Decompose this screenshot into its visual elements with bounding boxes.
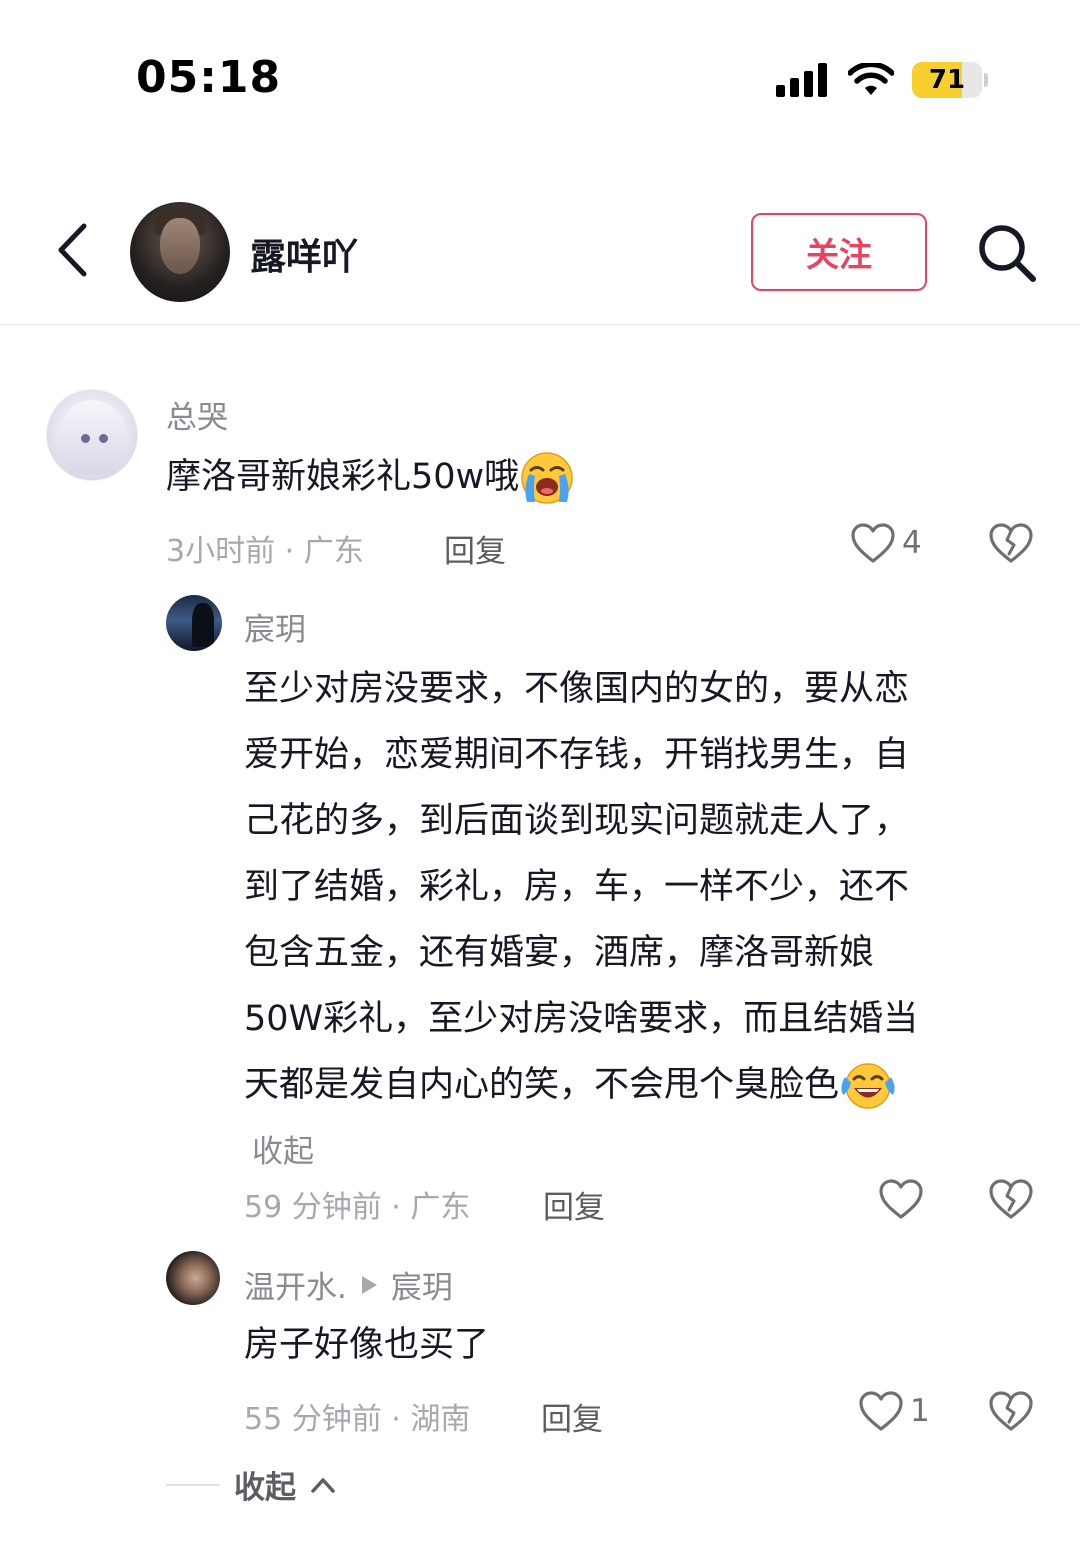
reply-text-line: 到了结婚，彩礼，房，车，一样不少，还不 [244, 867, 910, 907]
reply-text-line: 50W彩礼，至少对房没啥要求，而且结婚当 [244, 999, 919, 1039]
comment-avatar[interactable] [46, 389, 138, 481]
search-icon [979, 225, 1036, 282]
reply-dislike-button[interactable] [988, 1178, 1034, 1224]
loudly-crying-face-icon [521, 452, 573, 504]
status-time: 05:18 [136, 52, 282, 103]
comment-text: 摩洛哥新娘彩礼50w哦 [166, 444, 575, 510]
heart-icon [859, 1391, 903, 1431]
avatar-hair-shape [59, 400, 127, 474]
reply-dislike-button[interactable] [988, 1390, 1034, 1436]
face-with-tears-of-joy-icon [841, 1063, 895, 1109]
broken-heart-icon [989, 1179, 1033, 1219]
back-button[interactable] [42, 215, 102, 285]
reply-text-line: 天都是发自内心的笑，不会甩个臭脸色 [244, 1065, 840, 1105]
status-bar: 05:18 71 [0, 0, 1080, 150]
avatar-eye-shape [99, 434, 108, 443]
reply-avatar[interactable] [166, 1251, 220, 1305]
reply-text: 至少对房没要求，不像国内的女的，要从恋 爱开始，恋爱期间不存钱，开销找男生，自 … [244, 656, 1044, 1118]
broken-heart-icon [989, 523, 1033, 563]
wifi-icon [848, 63, 894, 95]
reply-username[interactable]: 温开水. [244, 1262, 347, 1307]
signal-icon [776, 63, 827, 97]
battery-level: 71 [928, 65, 966, 95]
collapse-thread-label: 收起 [234, 1470, 296, 1506]
chevron-left-icon [58, 223, 87, 277]
like-count: 1 [910, 1393, 930, 1429]
collapse-thread-button[interactable]: 收起 [166, 1462, 336, 1507]
like-count: 4 [902, 525, 922, 561]
reply-text: 房子好像也买了 [244, 1325, 490, 1365]
battery-tip [984, 73, 988, 87]
comment-meta: 3小时前 · 广东 [166, 534, 364, 569]
reply-username-row: 温开水. 宸玥 [244, 1262, 453, 1307]
reply-meta: 55 分钟前 · 湖南 [244, 1402, 471, 1437]
reply-to-username[interactable]: 宸玥 [391, 1262, 453, 1307]
comment-username[interactable]: 总哭 [166, 392, 228, 437]
reply-reply-button[interactable]: 回复 [541, 1394, 603, 1439]
comment-reply-button[interactable]: 回复 [444, 526, 506, 571]
reply-meta: 59 分钟前 · 广东 [244, 1190, 471, 1225]
broken-heart-icon [989, 1391, 1033, 1431]
battery-icon: 71 [912, 62, 982, 98]
reply-text-line: 爱开始，恋爱期间不存钱，开销找男生，自 [244, 735, 910, 775]
comment-like-button[interactable]: 4 [850, 522, 922, 564]
follow-button[interactable]: 关注 [751, 213, 927, 291]
reply-avatar[interactable] [166, 595, 222, 651]
reply-like-button[interactable]: 1 [858, 1390, 930, 1432]
reply-username[interactable]: 宸玥 [244, 604, 306, 649]
reply-collapse-button[interactable]: 收起 [252, 1126, 314, 1171]
reply-text-line-last: 天都是发自内心的笑，不会甩个臭脸色 [244, 1052, 1044, 1118]
reply-text-line: 至少对房没要求，不像国内的女的，要从恋 [244, 669, 910, 709]
reply-reply-button[interactable]: 回复 [543, 1182, 605, 1227]
comment-text-body: 摩洛哥新娘彩礼50w哦 [166, 457, 520, 497]
collapse-divider [166, 1483, 220, 1486]
chevron-up-icon [311, 1477, 335, 1493]
search-button[interactable] [972, 218, 1042, 288]
status-icons: 71 [776, 60, 988, 100]
reply-like-button[interactable] [878, 1178, 924, 1220]
avatar-figure-shape [192, 603, 214, 647]
reply-text-line: 包含五金，还有婚宴，酒席，摩洛哥新娘 [244, 933, 875, 973]
reply-text-line: 己花的多，到后面谈到现实问题就走人了， [244, 801, 910, 841]
header-avatar[interactable] [130, 202, 230, 302]
profile-header: 露咩吖 关注 [0, 190, 1080, 325]
heart-icon [879, 1179, 923, 1219]
play-arrow-icon [361, 1275, 377, 1294]
avatar-eye-shape [81, 434, 90, 443]
header-username[interactable]: 露咩吖 [250, 228, 358, 280]
heart-icon [851, 523, 895, 563]
avatar-face-shape [160, 218, 200, 274]
comment-dislike-button[interactable] [988, 522, 1034, 568]
